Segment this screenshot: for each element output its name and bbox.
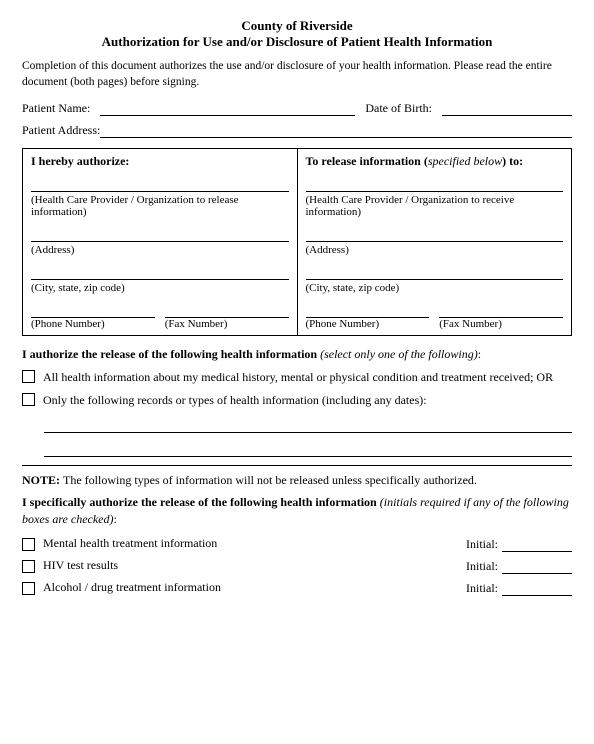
- left-col: I hereby authorize: (Health Care Provide…: [23, 149, 298, 336]
- left-phone-fax: (Phone Number) (Fax Number): [31, 302, 289, 330]
- left-address-label: (Address): [31, 244, 289, 256]
- left-address-field: (Address): [31, 226, 289, 256]
- right-header-em: specified below: [428, 154, 502, 168]
- hiv-initial-input[interactable]: [502, 558, 572, 574]
- left-header: I hereby authorize:: [31, 154, 289, 172]
- left-org-label: (Health Care Provider / Organization to …: [31, 194, 289, 218]
- release-text-line2[interactable]: [44, 439, 572, 457]
- alcohol-drug-initial-label: Initial:: [466, 581, 498, 596]
- right-col: To release information (specified below)…: [297, 149, 572, 336]
- right-org-field: (Health Care Provider / Organization to …: [306, 176, 564, 218]
- note-label: NOTE:: [22, 473, 63, 487]
- header-block: County of Riverside Authorization for Us…: [22, 18, 572, 50]
- address-input[interactable]: [100, 122, 572, 138]
- release-title-end: :: [478, 347, 481, 361]
- release-title: I authorize the release of the following…: [22, 346, 572, 363]
- release-section: I authorize the release of the following…: [22, 346, 572, 456]
- right-header: To release information (specified below)…: [306, 154, 564, 172]
- right-city-label: (City, state, zip code): [306, 282, 564, 294]
- note-text: NOTE: The following types of information…: [22, 472, 572, 489]
- right-fax-line[interactable]: [439, 302, 563, 318]
- alcohol-drug-row: Alcohol / drug treatment information Ini…: [22, 580, 572, 596]
- hiv-checkbox[interactable]: [22, 560, 35, 573]
- note-section: NOTE: The following types of information…: [22, 465, 572, 596]
- mental-health-initial-label: Initial:: [466, 537, 498, 552]
- dob-input[interactable]: [442, 100, 572, 116]
- right-phone-fax: (Phone Number) (Fax Number): [306, 302, 564, 330]
- hiv-row: HIV test results Initial:: [22, 558, 572, 574]
- release-text-line1[interactable]: [44, 415, 572, 433]
- left-phone-item: (Phone Number): [31, 302, 155, 330]
- left-org-line[interactable]: [31, 176, 289, 192]
- specific-bold: I specifically authorize the release of …: [22, 495, 377, 509]
- left-org-field: (Health Care Provider / Organization to …: [31, 176, 289, 218]
- left-city-field: (City, state, zip code): [31, 264, 289, 294]
- release-option2-checkbox[interactable]: [22, 393, 35, 406]
- mental-health-initial-input[interactable]: [502, 536, 572, 552]
- right-phone-item: (Phone Number): [306, 302, 430, 330]
- right-org-label: (Health Care Provider / Organization to …: [306, 194, 564, 218]
- right-address-line[interactable]: [306, 226, 564, 242]
- right-phone-line[interactable]: [306, 302, 430, 318]
- right-phone-label: (Phone Number): [306, 318, 430, 330]
- hiv-label: HIV test results: [43, 558, 458, 573]
- left-address-line[interactable]: [31, 226, 289, 242]
- address-label: Patient Address:: [22, 123, 100, 138]
- note-body: The following types of information will …: [63, 473, 477, 487]
- right-header-end: ) to:: [502, 154, 523, 168]
- alcohol-drug-initial-field: Initial:: [466, 580, 572, 596]
- mental-health-label: Mental health treatment information: [43, 536, 458, 551]
- left-phone-line[interactable]: [31, 302, 155, 318]
- release-option2-row: Only the following records or types of h…: [22, 392, 572, 409]
- left-phone-label: (Phone Number): [31, 318, 155, 330]
- left-fax-label: (Fax Number): [165, 318, 289, 330]
- release-title-bold: I authorize the release of the following…: [22, 347, 317, 361]
- left-fax-item: (Fax Number): [165, 302, 289, 330]
- alcohol-drug-checkbox[interactable]: [22, 582, 35, 595]
- right-city-line[interactable]: [306, 264, 564, 280]
- right-org-line[interactable]: [306, 176, 564, 192]
- county-title: County of Riverside: [22, 18, 572, 34]
- specific-end: :: [114, 512, 117, 526]
- right-fax-label: (Fax Number): [439, 318, 563, 330]
- release-title-italic: (select only one of the following): [317, 347, 478, 361]
- right-city-field: (City, state, zip code): [306, 264, 564, 294]
- left-fax-line[interactable]: [165, 302, 289, 318]
- specific-auth-text: I specifically authorize the release of …: [22, 494, 572, 528]
- release-option2-text: Only the following records or types of h…: [43, 392, 572, 409]
- left-city-line[interactable]: [31, 264, 289, 280]
- right-fax-item: (Fax Number): [439, 302, 563, 330]
- patient-name-input[interactable]: [100, 100, 355, 116]
- right-address-field: (Address): [306, 226, 564, 256]
- mental-health-row: Mental health treatment information Init…: [22, 536, 572, 552]
- form-title: Authorization for Use and/or Disclosure …: [22, 34, 572, 50]
- right-header-bold: To release information (: [306, 154, 428, 168]
- alcohol-drug-initial-input[interactable]: [502, 580, 572, 596]
- alcohol-drug-label: Alcohol / drug treatment information: [43, 580, 458, 595]
- mental-health-checkbox[interactable]: [22, 538, 35, 551]
- release-option1-checkbox[interactable]: [22, 370, 35, 383]
- address-row: Patient Address:: [22, 122, 572, 138]
- hiv-initial-label: Initial:: [466, 559, 498, 574]
- auth-table: I hereby authorize: (Health Care Provide…: [22, 148, 572, 336]
- right-address-label: (Address): [306, 244, 564, 256]
- release-option1-row: All health information about my medical …: [22, 369, 572, 386]
- mental-health-initial-field: Initial:: [466, 536, 572, 552]
- release-text-area: [44, 415, 572, 457]
- hiv-initial-field: Initial:: [466, 558, 572, 574]
- left-city-label: (City, state, zip code): [31, 282, 289, 294]
- patient-name-label: Patient Name:: [22, 101, 90, 116]
- dob-label: Date of Birth:: [365, 101, 432, 116]
- name-dob-row: Patient Name: Date of Birth:: [22, 100, 572, 116]
- intro-text: Completion of this document authorizes t…: [22, 58, 572, 90]
- release-option1-text: All health information about my medical …: [43, 369, 572, 386]
